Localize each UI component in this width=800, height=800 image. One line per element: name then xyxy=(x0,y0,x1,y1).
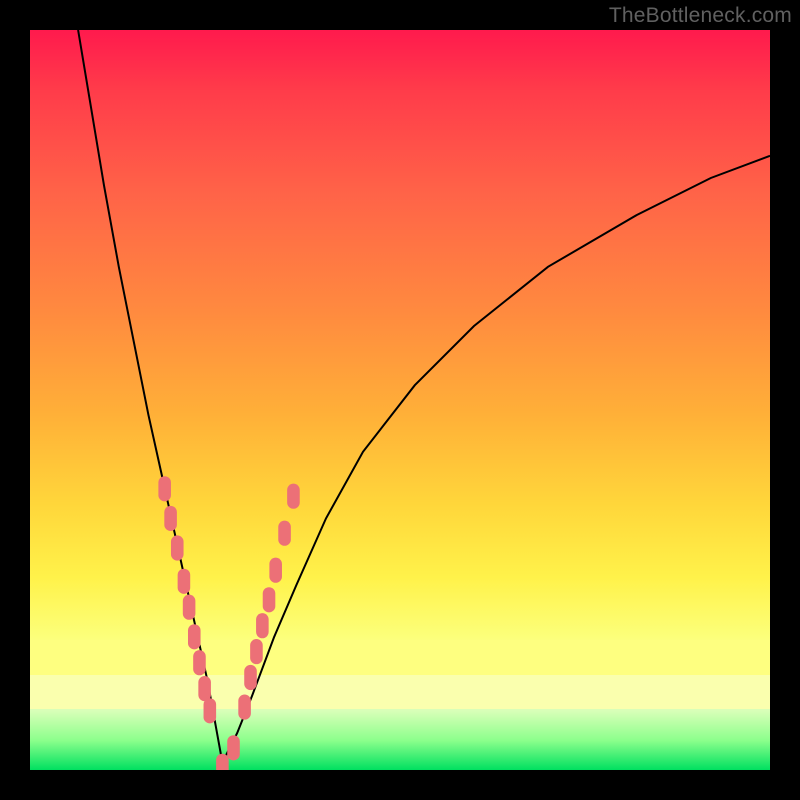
data-marker xyxy=(188,624,201,649)
data-markers-group xyxy=(158,476,299,770)
chart-frame: TheBottleneck.com xyxy=(0,0,800,800)
data-marker xyxy=(287,484,300,509)
bottleneck-curve xyxy=(78,30,770,763)
data-marker xyxy=(178,569,191,594)
data-marker xyxy=(193,650,206,675)
data-marker xyxy=(256,613,269,638)
data-marker xyxy=(244,665,257,690)
data-marker xyxy=(183,595,196,620)
data-marker xyxy=(269,558,282,583)
data-marker xyxy=(164,506,177,531)
watermark-label: TheBottleneck.com xyxy=(609,4,792,28)
data-marker xyxy=(238,695,251,720)
plot-area xyxy=(30,30,770,770)
data-marker xyxy=(227,735,240,760)
data-marker xyxy=(278,521,291,546)
data-marker xyxy=(158,476,171,501)
data-marker xyxy=(171,535,184,560)
data-marker xyxy=(216,754,229,770)
data-marker xyxy=(198,676,211,701)
chart-svg xyxy=(30,30,770,770)
data-marker xyxy=(250,639,263,664)
data-marker xyxy=(204,698,217,723)
data-marker xyxy=(263,587,276,612)
